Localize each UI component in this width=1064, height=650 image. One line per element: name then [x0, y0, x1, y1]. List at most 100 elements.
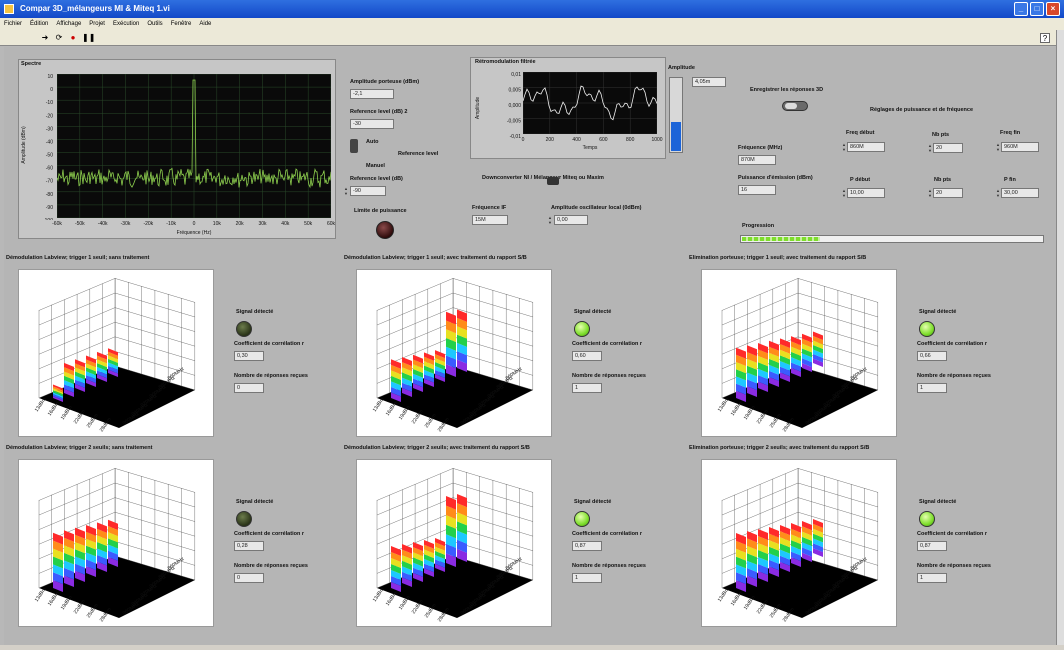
nb-pts1-label: Nb pts — [932, 132, 950, 138]
retro-ytick: 0,005 — [508, 88, 521, 94]
freq-fin-field[interactable]: 960M — [1001, 142, 1039, 152]
spectre-ytick: 10 — [47, 74, 53, 80]
signal-detecte-label: Signal détecté — [574, 499, 612, 505]
downconverter-switch[interactable] — [547, 177, 559, 185]
surface-3d-graph: 13dBm 16dBm 19dBm 22dBm 25dBm 28dBm 860MHz 880M… — [701, 459, 897, 627]
p-fin-spinner[interactable]: ▲ ▼ — [996, 188, 1000, 198]
corr-label: Coefficient de corrélation r — [917, 341, 987, 347]
p-debut-spinner[interactable]: ▲ ▼ — [842, 188, 846, 198]
ref-level-field[interactable]: -90 — [350, 186, 386, 196]
power-tick-label: 19dBm — [60, 405, 74, 421]
spectre-xtick: 60k — [327, 221, 336, 227]
corr-field: 0,60 — [572, 351, 602, 361]
spectre-xtick: 0 — [193, 221, 196, 227]
ref-level-spinner[interactable]: ▲ ▼ — [344, 186, 348, 196]
menu-affichage[interactable]: Affichage — [56, 18, 81, 30]
reponses-label: Nombre de réponses reçues — [917, 373, 991, 379]
retro-ylabel: Amplitude — [475, 97, 481, 119]
nb-pts2-field[interactable]: 20 — [933, 188, 963, 198]
response-panel: Elimination porteuse; trigger 2 seuils; … — [687, 445, 1027, 635]
labview-app-icon — [4, 4, 14, 14]
run-arrow-icon[interactable]: ➜ — [40, 33, 50, 43]
menu-execution[interactable]: Exécution — [113, 18, 139, 30]
freq-debut-spinner[interactable]: ▲ ▼ — [842, 142, 846, 152]
retro-xtick: 600 — [599, 137, 608, 143]
power-tick-label: 13dBm — [717, 587, 731, 603]
window-title: Compar 3D_mélangeurs MI & Miteq 1.vi — [20, 4, 170, 13]
spectre-ylabel: Amplitude (dBm) — [21, 126, 27, 164]
reglages-label: Réglages de puissance et de fréquence — [870, 107, 974, 113]
retro-xtick: 200 — [546, 137, 555, 143]
vertical-scrollbar[interactable] — [1056, 30, 1064, 645]
amp-ol-field[interactable]: 0,00 — [554, 215, 588, 225]
panel-title: Démodulation Labview; trigger 2 seuils; … — [6, 445, 153, 451]
nb-pts1-spinner[interactable]: ▲ ▼ — [928, 143, 932, 153]
retro-title: Rétromodulation filtrée — [475, 59, 536, 65]
reponses-field: 1 — [572, 383, 602, 393]
reponses-label: Nombre de réponses reçues — [572, 563, 646, 569]
signal-detecte-led — [574, 321, 590, 337]
surface-3d-plot: 13dBm16dBm19dBm22dBm25dBm28dBm860MHz880M… — [717, 468, 879, 623]
nb-pts1-field[interactable]: 20 — [933, 143, 963, 153]
power-tick-label: 19dBm — [743, 595, 757, 611]
maximize-button[interactable]: □ — [1030, 2, 1044, 16]
menu-projet[interactable]: Projet — [89, 18, 105, 30]
menu-edition[interactable]: Édition — [30, 18, 48, 30]
corr-field: 0,87 — [917, 541, 947, 551]
menu-aide[interactable]: Aide — [199, 18, 211, 30]
power-tick-label: 16dBm — [730, 401, 744, 417]
ref-level-switch-label: Reference level — [398, 151, 439, 157]
surface-3d-plot: 13dBm16dBm19dBm22dBm25dBm28dBm860MHz880M… — [34, 278, 196, 433]
freq-debut-label: Freq début — [846, 130, 875, 136]
p-debut-field[interactable]: 10,00 — [847, 188, 885, 198]
freq-debut-field[interactable]: 860M — [847, 142, 885, 152]
title-bar: Compar 3D_mélangeurs MI & Miteq 1.vi _ □… — [0, 0, 1064, 18]
menu-outils[interactable]: Outils — [147, 18, 162, 30]
nb-pts2-spinner[interactable]: ▲ ▼ — [928, 188, 932, 198]
amplitude-meter-value: 4,05m — [692, 77, 726, 87]
power-tick-label: 13dBm — [372, 587, 386, 603]
frequence-label: Fréquence (MHz) — [738, 145, 783, 151]
panel-title: Elimination porteuse; trigger 1 seuil; a… — [689, 255, 867, 261]
puissance-field: 16 — [738, 185, 776, 195]
retro-xtick: 400 — [572, 137, 581, 143]
power-tick-label: 13dBm — [34, 397, 48, 413]
retro-x-axis: 0 200 400 600 800 1000 Temps — [522, 137, 663, 151]
surface-3d-graph: 13dBm 16dBm 19dBm 22dBm 25dBm 28dBm 860MHz 880M… — [356, 459, 552, 627]
spectre-ytick: -60 — [46, 166, 53, 172]
p-fin-field[interactable]: 30,00 — [1001, 188, 1039, 198]
retro-ytick: 0,000 — [508, 103, 521, 109]
signal-detecte-led — [574, 511, 590, 527]
panel-title: Démodulation Labview; trigger 1 seuil; s… — [6, 255, 150, 261]
menu-fichier[interactable]: Fichier — [4, 18, 22, 30]
close-button[interactable]: × — [1046, 2, 1060, 16]
retro-y-axis: Amplitude0,010,0050,000-0,005-0,01 — [475, 72, 521, 140]
abort-icon[interactable]: ● — [68, 33, 78, 43]
response-panel: Elimination porteuse; trigger 1 seuil; a… — [687, 255, 1027, 445]
corr-field: 0,87 — [572, 541, 602, 551]
spectre-xtick: -60k — [52, 221, 62, 227]
amp-porteuse-label: Amplitude porteuse (dBm) — [350, 79, 420, 85]
freq-fin-spinner[interactable]: ▲ ▼ — [996, 142, 1000, 152]
spectre-ytick: -90 — [46, 205, 53, 211]
menu-fenetre[interactable]: Fenêtre — [171, 18, 192, 30]
enregistrer-toggle[interactable] — [782, 101, 808, 111]
help-icon[interactable]: ? — [1040, 33, 1050, 43]
minimize-button[interactable]: _ — [1014, 2, 1028, 16]
signal-detecte-label: Signal détecté — [236, 309, 274, 315]
spectre-plot-area — [56, 73, 332, 219]
pause-icon[interactable]: ❚❚ — [82, 33, 95, 43]
spectre-xtick: -30k — [121, 221, 131, 227]
run-continuous-icon[interactable]: ⟳ — [54, 33, 64, 43]
spectre-xtick: 40k — [281, 221, 290, 227]
amp-ol-spinner[interactable]: ▲ ▼ — [548, 215, 552, 225]
freq-if-field[interactable]: 15M — [472, 215, 508, 225]
spectre-ytick: -20 — [46, 113, 53, 119]
spectre-ytick: -40 — [46, 139, 53, 145]
amplitude-meter-fill — [671, 122, 681, 151]
limite-puissance-led — [376, 221, 394, 239]
ref-level-toggle-switch[interactable] — [350, 139, 358, 153]
spectre-xtick: -10k — [166, 221, 176, 227]
surface-3d-graph: 13dBm 16dBm 19dBm 22dBm 25dBm 28dBm 860MHz 880M… — [701, 269, 897, 437]
ref-level2-field: -30 — [350, 119, 394, 129]
